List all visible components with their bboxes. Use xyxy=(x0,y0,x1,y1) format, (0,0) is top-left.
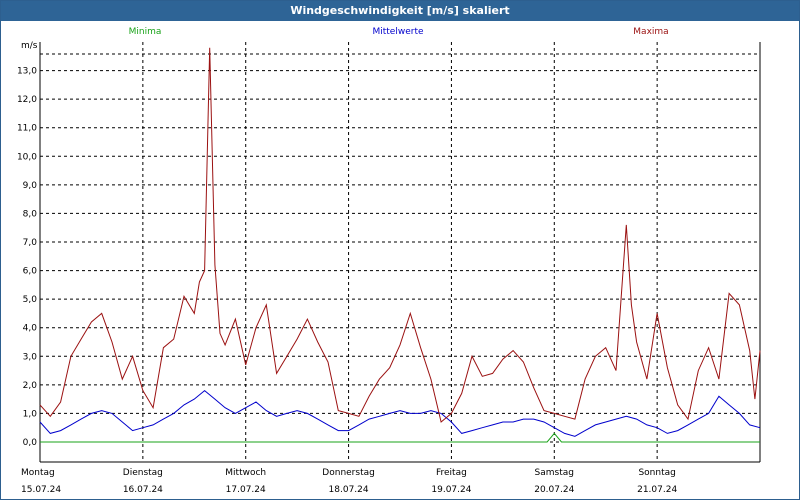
day-name-label: Donnerstag xyxy=(322,468,375,478)
day-name-label: Freitag xyxy=(436,468,467,478)
y-tick-label: 6,0 xyxy=(23,267,38,277)
day-date-label: 18.07.24 xyxy=(329,485,369,495)
day-name-label: Mittwoch xyxy=(225,468,266,478)
y-tick-label: 10,0 xyxy=(17,152,37,162)
day-name-label: Sonntag xyxy=(638,468,675,478)
day-date-label: 21.07.24 xyxy=(637,485,677,495)
y-tick-label: 5,0 xyxy=(23,295,38,305)
y-tick-label: 4,0 xyxy=(23,324,38,334)
legend-mittelwerte: Mittelwerte xyxy=(372,27,423,37)
y-tick-label: 0,0 xyxy=(23,438,38,448)
y-tick-label: 1,0 xyxy=(23,409,38,419)
y-tick-label: 8,0 xyxy=(23,209,38,219)
y-tick-label: 2,0 xyxy=(23,381,38,391)
series-maxima-line xyxy=(39,47,761,423)
y-tick-label: 3,0 xyxy=(23,352,38,362)
y-tick-label: 9,0 xyxy=(23,181,38,191)
legend-minima: Minima xyxy=(129,27,162,37)
day-date-label: 19.07.24 xyxy=(431,485,471,495)
series-minima-line xyxy=(40,432,760,443)
chart-canvas: 0,0 1,0 2,0 3,0 4,0 5,0 6,0 7,0 8,0 9,0 10,0 11,0 12… xyxy=(17,27,761,495)
y-tick-label: 13,0 xyxy=(17,67,37,77)
day-date-label: 17.07.24 xyxy=(226,485,266,495)
day-date-label: 15.07.24 xyxy=(21,485,61,495)
y-axis-unit: m/s xyxy=(21,41,38,51)
day-name-label: Dienstag xyxy=(123,468,163,478)
day-name-label: Samstag xyxy=(535,468,574,478)
day-date-label: 20.07.24 xyxy=(534,485,574,495)
series-lines xyxy=(39,47,761,443)
y-tick-label: 12,0 xyxy=(17,95,37,105)
y-tick-label: 7,0 xyxy=(23,238,38,248)
day-date-label: 16.07.24 xyxy=(123,485,163,495)
y-tick-label: 11,0 xyxy=(17,124,37,134)
legend-maxima: Maxima xyxy=(633,27,668,37)
day-name-label: Montag xyxy=(21,468,55,478)
